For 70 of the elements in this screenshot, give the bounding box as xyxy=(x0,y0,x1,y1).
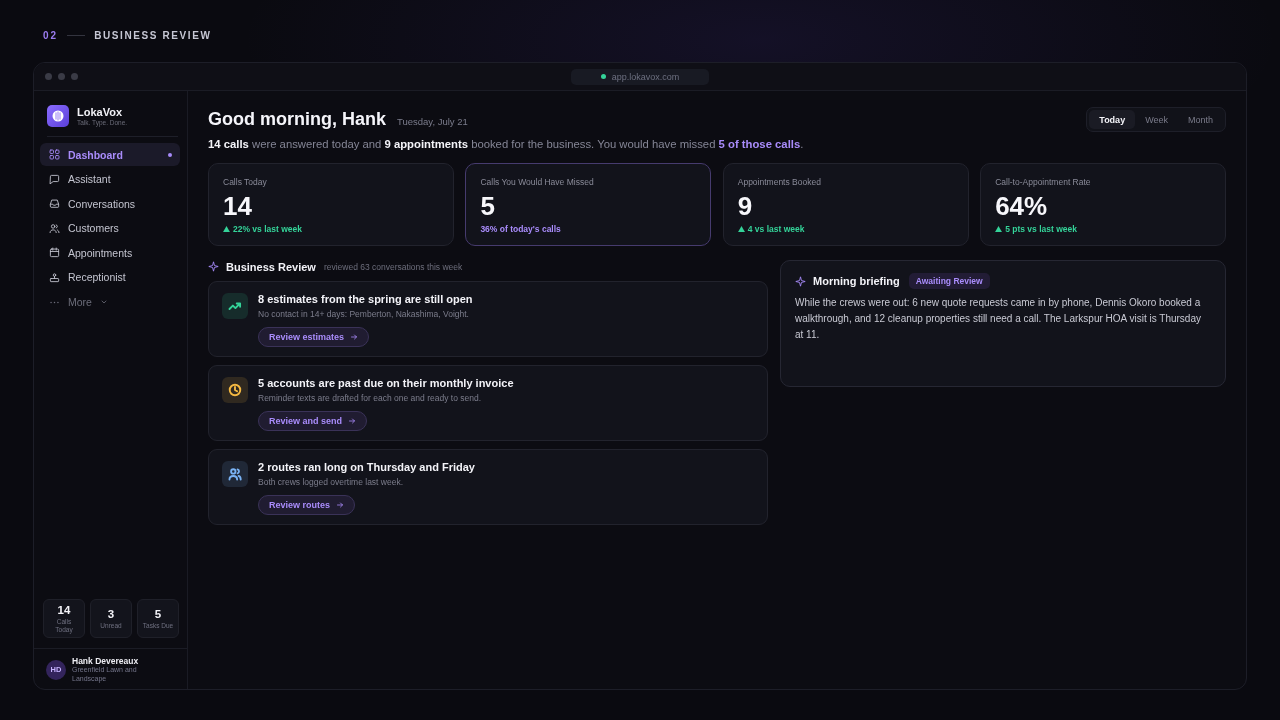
arrow-right-icon xyxy=(336,501,345,509)
logo-icon xyxy=(47,105,69,127)
stat-value: 14 xyxy=(223,193,252,219)
insight-description: Reminder texts are drafted for each one and ready to send. xyxy=(258,393,482,404)
stat-label: Calls Today xyxy=(223,177,267,187)
insight-description: No contact in 14+ days: Pemberton, Nakashima, Voight. xyxy=(258,309,469,320)
stat-change: 4 vs last week xyxy=(747,224,805,234)
nav-item[interactable]: Assistant xyxy=(40,167,180,191)
stat-label: Appointments Booked xyxy=(737,177,821,187)
stat-value: 14 xyxy=(57,604,71,617)
arrow-right-icon xyxy=(350,333,359,341)
trend-up-icon xyxy=(222,293,248,319)
stat-value: 5 xyxy=(154,607,162,621)
users-icon xyxy=(49,222,60,234)
greeting-title: Good morning, Hank xyxy=(208,109,386,130)
range-tab[interactable]: Month xyxy=(1178,110,1223,129)
active-dot-icon xyxy=(168,152,172,157)
nav-item[interactable]: Appointments xyxy=(40,241,180,265)
stat-value: 9 xyxy=(737,193,753,219)
stat-value: 3 xyxy=(107,607,115,621)
action-button[interactable]: Review routes xyxy=(258,495,356,515)
nav-item[interactable]: Conversations xyxy=(40,192,180,216)
dashboard-grid-icon xyxy=(49,149,60,160)
action-button[interactable]: Review estimates xyxy=(258,327,370,347)
status-badge: Awaiting Review xyxy=(908,273,990,289)
action-button[interactable]: Review and send xyxy=(258,411,368,431)
address-bar[interactable]: app.lokavox.com xyxy=(571,68,709,85)
insight-title: 2 routes ran long on Thursday and Friday xyxy=(258,461,475,474)
briefing-title: Morning briefing xyxy=(813,275,900,287)
brand-name: LokaVox xyxy=(77,105,124,119)
inbox-icon xyxy=(49,198,60,210)
section-title: BUSINESS REVIEW xyxy=(94,29,212,41)
window-dot-icon[interactable] xyxy=(45,73,52,80)
stat-label: Call-to-Appointment Rate xyxy=(995,177,1091,187)
date-label: Tuesday, July 21 xyxy=(397,115,468,127)
desk-bell-icon xyxy=(49,271,60,283)
insight-title: 5 accounts are past due on their monthly invoice xyxy=(258,377,514,390)
calendar-icon xyxy=(49,247,60,259)
summary-text: 14 calls were answered today and 9 appointments booked for the business. You would have missed 5 of those calls. xyxy=(208,137,805,151)
up-triangle-icon xyxy=(737,226,745,232)
insight-description: Both crews logged overtime last week. xyxy=(258,477,404,488)
up-triangle-icon xyxy=(223,226,230,232)
nav-item[interactable]: Dashboard xyxy=(40,143,180,166)
stat-change: 22% vs last week xyxy=(233,224,302,234)
sparkle-icon xyxy=(208,261,219,272)
section-number: 02 xyxy=(43,29,59,41)
window-dot-icon[interactable] xyxy=(58,73,65,80)
chat-bubble-icon xyxy=(49,173,60,185)
stat-value: 64% xyxy=(995,193,1048,219)
range-tab[interactable]: Week xyxy=(1135,110,1178,129)
user-name: Hank Devereaux xyxy=(72,656,140,666)
briefing-text: While the crews were out: 6 new quote requests came in by phone, Dennis Okoro booked a walkthrough, and 12 cleanup properties still need a call. The Larkspur HOA visit is Thursday at 11. xyxy=(795,296,1202,342)
nav-item[interactable]: Customers xyxy=(40,216,180,240)
arrow-right-icon xyxy=(348,417,357,425)
status-dot-icon xyxy=(600,74,606,79)
up-triangle-icon xyxy=(995,226,1003,232)
stat-label: Calls You Would Have Missed xyxy=(480,177,594,187)
insight-title: 8 estimates from the spring are still open xyxy=(258,293,473,306)
stat-value: 5 xyxy=(480,193,495,219)
window-dot-icon[interactable] xyxy=(71,73,78,80)
stat-change: 5 pts vs last week xyxy=(1005,224,1077,234)
section-heading: Business Review xyxy=(226,260,316,273)
more-menu-button[interactable]: More xyxy=(40,290,180,314)
clock-icon xyxy=(222,377,248,403)
nav-item[interactable]: Receptionist xyxy=(40,265,180,289)
stat-change: 36% of today's calls xyxy=(480,224,561,234)
users-icon xyxy=(222,461,248,487)
sparkle-icon xyxy=(795,275,806,287)
range-tab[interactable]: Today xyxy=(1089,110,1136,129)
section-subtitle: reviewed 63 conversations this week xyxy=(323,261,463,272)
